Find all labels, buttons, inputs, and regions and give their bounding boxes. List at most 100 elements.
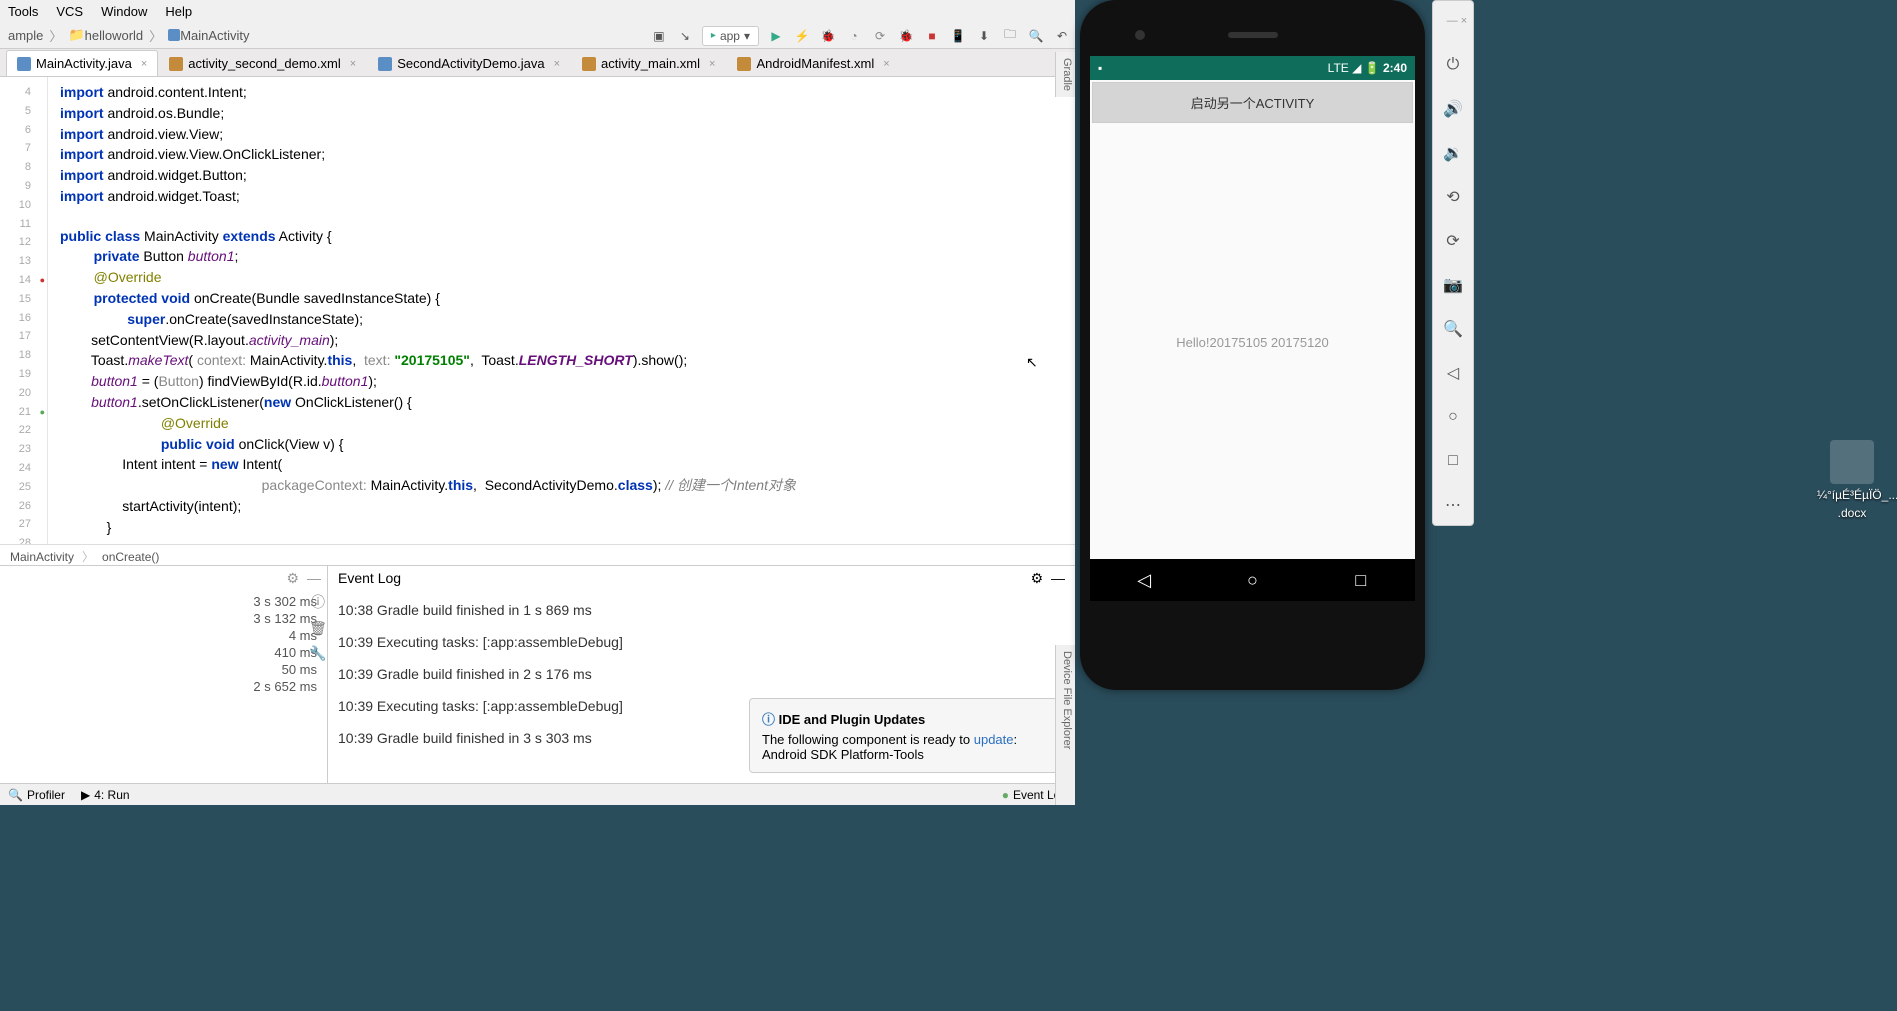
code-area[interactable]: import android.content.Intent; import an… [48,77,1075,544]
power-icon[interactable]: ⏻ [1441,53,1465,77]
close-icon[interactable]: × [141,58,147,70]
line-number: 22 [0,421,47,440]
overview-icon[interactable]: □ [1441,449,1465,473]
line-number: 25 [0,478,47,497]
line-number: 27 [0,515,47,534]
close-icon[interactable]: × [350,58,356,70]
desktop-file[interactable]: .docx [1817,506,1887,520]
xml-icon [582,57,596,71]
profiler-button[interactable]: 🔍 Profiler [8,788,65,802]
debug-icon[interactable]: 🐞 [819,27,837,45]
menu-help[interactable]: Help [165,4,192,19]
zoom-icon[interactable]: 🔍 [1441,317,1465,341]
run-config-selector[interactable]: app ▾ [702,26,759,46]
line-number: 5 [0,102,47,121]
xml-icon [737,57,751,71]
emulator-screen[interactable]: ▪ LTE ◢ 🔋 2:40 启动另一个ACTIVITY Hello!20175… [1090,56,1415,601]
wrench-icon[interactable]: 🔧 [309,645,326,662]
speaker [1228,32,1278,38]
close-icon[interactable]: × [883,58,889,70]
line-number: 20 [0,384,47,403]
nav-seg[interactable]: ample [8,28,43,43]
android-nav-bar: ◁ ○ □ [1090,559,1415,601]
nav-seg[interactable]: helloworld [85,28,144,43]
attach-icon[interactable]: ⟳ [871,27,889,45]
log-entry: 10:39 Executing tasks: [:app:assembleDeb… [338,626,1065,658]
avd-icon[interactable]: 📱 [949,27,967,45]
close-icon[interactable]: × [554,58,560,70]
attach-debug-icon[interactable]: 🐞 [897,27,915,45]
timing: 410 ms [10,645,317,662]
search-icon[interactable]: 🔍 [1027,27,1045,45]
rotate-right-icon[interactable]: ⟳ [1441,229,1465,253]
tab-android-manifest[interactable]: AndroidManifest.xml× [726,50,900,76]
update-link[interactable]: update [974,732,1014,747]
home-icon[interactable]: ○ [1441,405,1465,429]
tab-activity-main[interactable]: activity_main.xml× [571,50,726,76]
back-icon[interactable]: ↶ [1053,27,1071,45]
menubar: Tools VCS Window Help [0,0,1075,22]
menu-window[interactable]: Window [101,4,147,19]
back-icon[interactable]: ◁ [1441,361,1465,385]
back-button[interactable]: ◁ [1134,570,1154,590]
home-button[interactable]: ○ [1242,570,1262,590]
emulator-toolbar: — × ⏻ 🔊 🔉 ⟲ ⟳ 📷 🔍 ◁ ○ □ ⋯ [1432,0,1474,526]
gradle-tab[interactable]: Gradle [1055,52,1075,97]
profile-icon[interactable]: ◔ [845,27,863,45]
tab-second-activity-demo[interactable]: SecondActivityDemo.java× [367,50,571,76]
volume-up-icon[interactable]: 🔊 [1441,97,1465,121]
device-explorer-tab[interactable]: Device File Explorer [1055,645,1075,805]
apply-changes-icon[interactable]: ⚡ [793,27,811,45]
menu-tools[interactable]: Tools [8,4,38,19]
minimize-icon[interactable]: — [1051,570,1065,586]
info-icon[interactable]: ⓘ [311,592,325,612]
rotate-left-icon[interactable]: ⟲ [1441,185,1465,209]
timing: 2 s 652 ms [10,679,317,696]
line-number: 6 [0,121,47,140]
timing: 3 s 302 ms [10,594,317,611]
notif-title: IDE and Plugin Updates [762,709,1052,728]
screenshot-icon[interactable]: ▣ [650,27,668,45]
app-icon: ▪ [1098,61,1102,75]
line-number: 24 [0,459,47,478]
line-number: 21 [0,403,47,422]
gutter[interactable]: 4 5 6 7 8 9 10 11 12 13 14 15 16 17 18 1… [0,77,48,544]
bottom-panels: ⚙ — 3 s 302 ms 3 s 132 ms 4 ms 410 ms 50… [0,565,1075,783]
gear-icon[interactable]: ⚙ [1031,570,1044,586]
ide-window: Tools VCS Window Help ample〉 📁 helloworl… [0,0,1075,805]
more-icon[interactable]: ⋯ [1441,493,1465,517]
crumb-method[interactable]: onCreate() [102,550,159,564]
update-notification[interactable]: IDE and Plugin Updates The following com… [749,698,1065,773]
line-number: 28 [0,534,47,544]
structure-icon[interactable]: 🗀 [1001,27,1019,45]
minimize-icon[interactable]: — [307,570,321,586]
status-bar: 🔍 Profiler ▶ 4: Run Event Log [0,783,1075,805]
code-editor[interactable]: 4 5 6 7 8 9 10 11 12 13 14 15 16 17 18 1… [0,77,1075,544]
line-number: 13 [0,252,47,271]
run-icon[interactable]: ▶ [767,27,785,45]
run-tool-button[interactable]: ▶ 4: Run [81,788,130,802]
crumb-class[interactable]: MainActivity [10,550,74,564]
close-icon[interactable]: × [709,58,715,70]
stop-icon[interactable]: ■ [923,27,941,45]
recents-button[interactable]: □ [1351,570,1371,590]
gear-icon[interactable]: ⚙ [286,570,299,587]
android-status-bar: ▪ LTE ◢ 🔋 2:40 [1090,56,1415,80]
app-button[interactable]: 启动另一个ACTIVITY [1092,82,1413,123]
line-number: 15 [0,290,47,309]
menu-vcs[interactable]: VCS [56,4,83,19]
tab-activity-second-demo[interactable]: activity_second_demo.xml× [158,50,367,76]
camera-icon[interactable]: 📷 [1441,273,1465,297]
timing: 3 s 132 ms [10,611,317,628]
nav-seg[interactable]: MainActivity [180,28,249,43]
sync-icon[interactable]: ↘ [676,27,694,45]
tab-main-activity[interactable]: MainActivity.java× [6,50,158,76]
camera [1135,30,1145,40]
line-number: 9 [0,177,47,196]
desktop-file[interactable]: ¼°íµÉ³ÉµÏÖ_... [1817,440,1887,502]
close-icon[interactable]: — × [1445,9,1469,33]
sdk-icon[interactable]: ⬇ [975,27,993,45]
trash-icon[interactable]: 🗑 [309,620,327,637]
volume-down-icon[interactable]: 🔉 [1441,141,1465,165]
line-number: 10 [0,196,47,215]
